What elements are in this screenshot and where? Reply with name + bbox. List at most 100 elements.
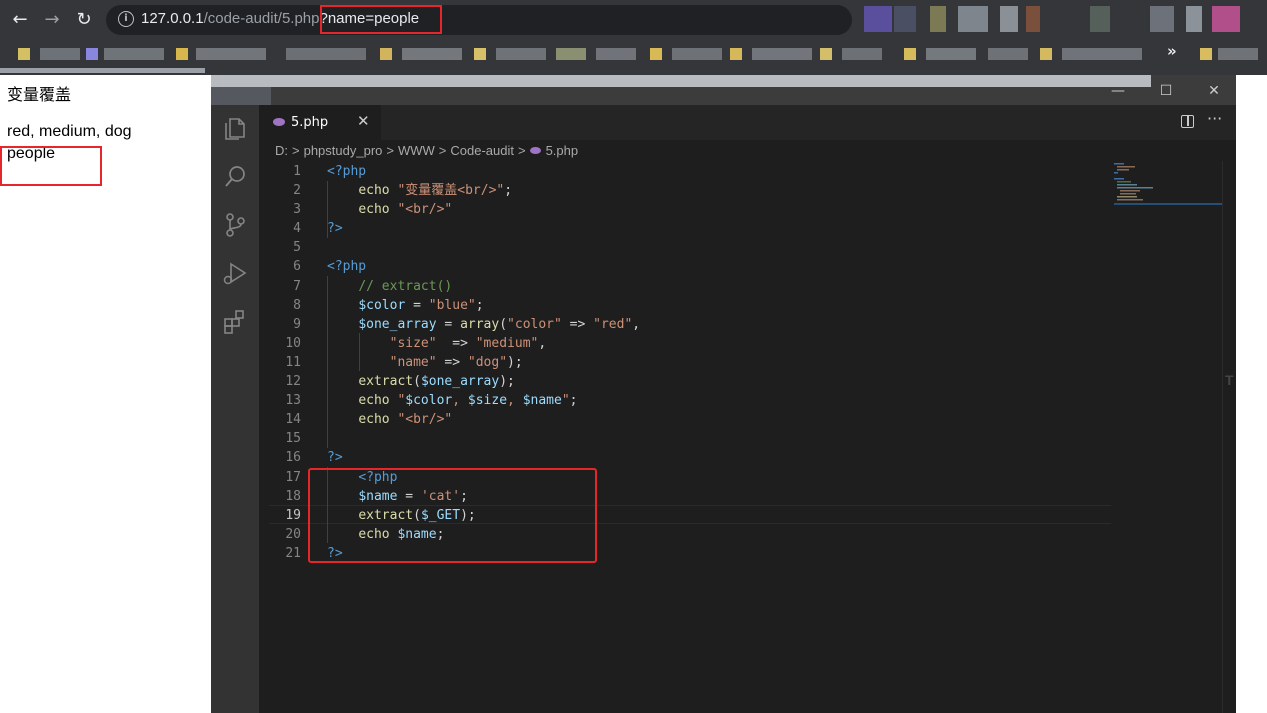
- bookmark-item[interactable]: [40, 48, 80, 60]
- source-control-icon[interactable]: [221, 211, 249, 239]
- code-line[interactable]: 14 echo "<br/>": [259, 410, 1119, 429]
- line-number: 14: [285, 412, 301, 428]
- site-info-icon[interactable]: i: [118, 11, 134, 27]
- code-line[interactable]: 11 "name" => "dog");: [259, 353, 1119, 372]
- code-line[interactable]: 10 "size" => "medium",: [259, 334, 1119, 353]
- breadcrumb-item[interactable]: WWW: [398, 143, 435, 158]
- breadcrumb: D: > phpstudy_pro > WWW > Code-audit >5.php: [275, 143, 578, 158]
- code-line[interactable]: 8 $color = "blue";: [259, 296, 1119, 315]
- bookmark-item[interactable]: [380, 48, 392, 60]
- code-line[interactable]: 4 ?>: [259, 219, 1119, 238]
- tab-close-icon[interactable]: ✕: [357, 112, 370, 130]
- bookmark-item[interactable]: [1062, 48, 1142, 60]
- extension-icon[interactable]: [894, 6, 916, 32]
- bookmark-item[interactable]: [926, 48, 976, 60]
- bookmark-item[interactable]: [104, 48, 164, 60]
- code-text: extract($one_array);: [358, 374, 515, 390]
- code-line[interactable]: 1 <?php: [259, 162, 1119, 181]
- bookmark-item[interactable]: [176, 48, 188, 60]
- code-line[interactable]: 3 echo "<br/>": [259, 200, 1119, 219]
- url-path: /code-audit/5.php: [203, 10, 320, 27]
- bookmark-item[interactable]: [730, 48, 742, 60]
- breadcrumb-item[interactable]: Code-audit: [450, 143, 514, 158]
- line-number: 2: [293, 183, 301, 199]
- maximize-button[interactable]: ☐: [1143, 79, 1189, 103]
- extension-icon[interactable]: [930, 6, 946, 32]
- extensions-icon[interactable]: [221, 307, 249, 335]
- bookmark-item[interactable]: [596, 48, 636, 60]
- code-text: echo "变量覆盖<br/>";: [358, 183, 513, 199]
- tab-5-php[interactable]: 5.php ✕: [259, 105, 381, 140]
- breadcrumb-item[interactable]: phpstudy_pro: [304, 143, 383, 158]
- url-query-highlight-box: [320, 5, 442, 34]
- bookmark-item[interactable]: [18, 48, 30, 60]
- bookmark-item[interactable]: [820, 48, 832, 60]
- line-number: 9: [293, 316, 301, 332]
- more-actions-icon[interactable]: ···: [1207, 109, 1222, 128]
- line-number: 11: [285, 354, 301, 370]
- code-line[interactable]: 5: [259, 238, 1119, 257]
- bookmark-item[interactable]: [556, 48, 586, 60]
- bookmark-item[interactable]: [672, 48, 722, 60]
- line-number: 8: [293, 297, 301, 313]
- code-line[interactable]: 7 // extract(): [259, 277, 1119, 296]
- line-number: 17: [285, 469, 301, 485]
- bookmark-item[interactable]: [1040, 48, 1052, 60]
- close-window-button[interactable]: ✕: [1191, 79, 1236, 103]
- php-file-icon: [529, 147, 541, 154]
- bookmark-item[interactable]: [1200, 48, 1212, 60]
- code-line[interactable]: 12 extract($one_array);: [259, 372, 1119, 391]
- line-number: 13: [285, 393, 301, 409]
- minimize-button[interactable]: —: [1095, 79, 1141, 103]
- profile-avatar[interactable]: [1212, 6, 1240, 32]
- explorer-icon[interactable]: [221, 115, 249, 143]
- blurred-title: [211, 75, 1151, 87]
- extension-icon[interactable]: [1026, 6, 1040, 32]
- bookmark-item[interactable]: [286, 48, 366, 60]
- bookmark-item[interactable]: [196, 48, 266, 60]
- back-arrow-icon[interactable]: ←: [6, 6, 34, 34]
- bookmark-item[interactable]: [988, 48, 1028, 60]
- bookmark-item[interactable]: [752, 48, 812, 60]
- code-text: $one_array = array("color" => "red",: [358, 316, 641, 332]
- code-line[interactable]: 6 <?php: [259, 257, 1119, 276]
- extension-icon[interactable]: [1000, 6, 1018, 32]
- code-line[interactable]: 13 echo "$color, $size, $name";: [259, 391, 1119, 410]
- bookmarks-bar: [0, 40, 1267, 73]
- minimap[interactable]: [1114, 161, 1222, 211]
- code-text: ?>: [327, 450, 343, 466]
- code-text: "size" => "medium",: [389, 335, 547, 351]
- code-line[interactable]: 16 ?>: [259, 448, 1119, 467]
- bookmark-item[interactable]: [1218, 48, 1258, 60]
- bookmark-item[interactable]: [86, 48, 98, 60]
- bookmark-item[interactable]: [842, 48, 882, 60]
- bookmark-item[interactable]: [904, 48, 916, 60]
- reload-icon[interactable]: ↻: [70, 6, 98, 34]
- bookmark-item[interactable]: [650, 48, 662, 60]
- forward-arrow-icon[interactable]: →: [38, 6, 66, 34]
- line-number: 15: [285, 431, 301, 447]
- split-editor-icon[interactable]: [1181, 115, 1194, 128]
- line-number: 10: [285, 335, 301, 351]
- line-number: 20: [285, 526, 301, 542]
- extension-icon[interactable]: [958, 6, 988, 32]
- run-debug-icon[interactable]: [221, 259, 249, 287]
- more-bookmarks-chevron[interactable]: »: [1167, 42, 1177, 60]
- breadcrumb-item[interactable]: 5.php: [546, 143, 579, 158]
- extension-icon[interactable]: [1186, 6, 1202, 32]
- bookmark-item[interactable]: [402, 48, 462, 60]
- tab-label: 5.php: [291, 115, 329, 130]
- code-line[interactable]: 9 $one_array = array("color" => "red",: [259, 315, 1119, 334]
- address-bar[interactable]: i 127.0.0.1/code-audit/5.php?name=people…: [106, 5, 948, 35]
- code-line[interactable]: 2 echo "变量覆盖<br/>";: [259, 181, 1119, 200]
- breadcrumb-item[interactable]: D:: [275, 143, 288, 158]
- vertical-scrollbar[interactable]: [1222, 161, 1236, 713]
- bookmark-item[interactable]: [474, 48, 486, 60]
- search-icon[interactable]: [221, 163, 249, 191]
- line-number: 19: [285, 507, 301, 523]
- bookmark-item[interactable]: [496, 48, 546, 60]
- extension-icon[interactable]: [1150, 6, 1174, 32]
- code-line[interactable]: 15: [259, 429, 1119, 448]
- extension-icon[interactable]: [864, 6, 892, 32]
- extension-icon[interactable]: [1090, 6, 1110, 32]
